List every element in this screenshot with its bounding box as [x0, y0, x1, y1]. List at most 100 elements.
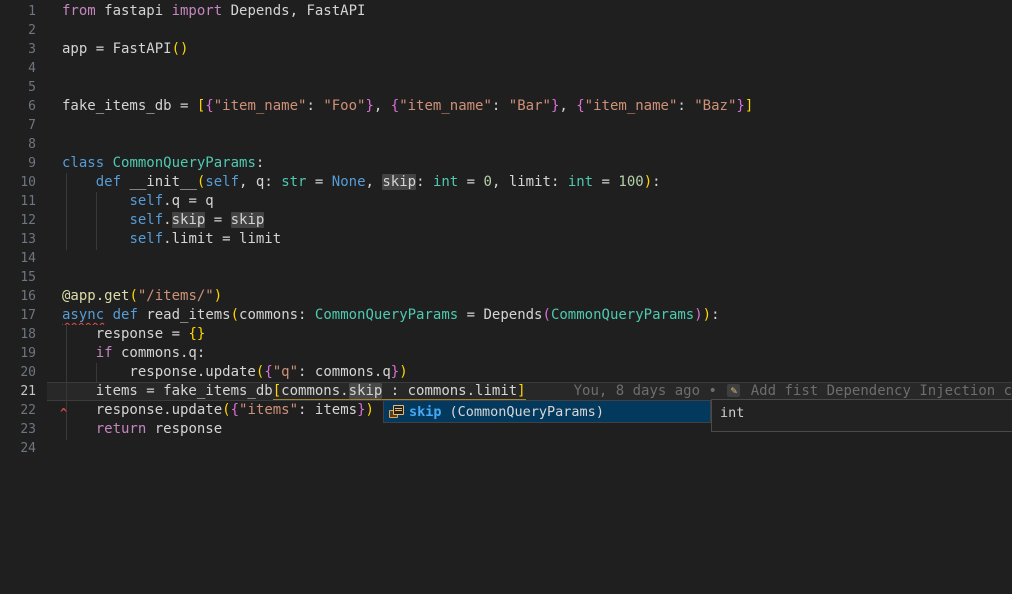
code-line[interactable]: 16@app.get("/items/")	[0, 287, 1012, 306]
code-area[interactable]: 1from fastapi import Depends, FastAPI23a…	[0, 2, 1012, 458]
code-text: response.update({"q": commons.q})	[62, 364, 408, 380]
code-line[interactable]: 3app = FastAPI()	[0, 40, 1012, 59]
code-token: :	[652, 174, 660, 190]
line-number[interactable]: 15	[0, 268, 36, 287]
code-text: self.q = q	[62, 193, 214, 209]
line-number[interactable]: 11	[0, 192, 36, 211]
code-line[interactable]: 24	[0, 439, 1012, 458]
line-number[interactable]: 8	[0, 135, 36, 154]
suggest-widget[interactable]: skip (CommonQueryParams)	[383, 400, 711, 423]
error-caret-mark: ^	[60, 407, 67, 419]
line-number[interactable]: 20	[0, 363, 36, 382]
line-number[interactable]: 18	[0, 325, 36, 344]
code-line[interactable]: 8	[0, 135, 1012, 154]
code-token: = Depends	[458, 307, 542, 323]
code-line[interactable]: 10 def __init__(self, q: str = None, ski…	[0, 173, 1012, 192]
code-line[interactable]: 7	[0, 116, 1012, 135]
code-token: return	[96, 421, 147, 437]
code-token: "item_name"	[585, 98, 678, 114]
code-token: }	[365, 98, 373, 114]
code-token: "Bar"	[509, 98, 551, 114]
line-number[interactable]: 3	[0, 40, 36, 59]
suggest-item-label[interactable]: skip	[409, 404, 442, 420]
code-token: CommonQueryParams	[315, 307, 458, 323]
pencil-edit-icon: ✎	[727, 384, 740, 397]
code-text: class CommonQueryParams:	[62, 155, 264, 171]
code-token: from	[62, 3, 96, 19]
code-line[interactable]: 9 class CommonQueryParams:	[0, 154, 1012, 173]
line-number[interactable]: 5	[0, 78, 36, 97]
code-line[interactable]: 1from fastapi import Depends, FastAPI	[0, 2, 1012, 21]
code-token: )	[399, 364, 407, 380]
code-line[interactable]: 2	[0, 21, 1012, 40]
code-token: , limit:	[492, 174, 568, 190]
code-token: "item_name"	[214, 98, 307, 114]
code-line[interactable]: 18 response = {}	[0, 325, 1012, 344]
code-token: }	[391, 364, 399, 380]
code-token: "q"	[273, 364, 298, 380]
code-token: )	[694, 307, 702, 323]
line-number[interactable]: 19	[0, 344, 36, 363]
code-token: (	[129, 288, 137, 304]
code-token: :	[306, 98, 323, 114]
code-line[interactable]: 13 self.limit = limit	[0, 230, 1012, 249]
line-number[interactable]: 23	[0, 420, 36, 439]
code-token: ]	[745, 98, 753, 114]
code-line[interactable]: 20 response.update({"q": commons.q})	[0, 363, 1012, 382]
code-line[interactable]: 11 self.q = q	[0, 192, 1012, 211]
code-token	[62, 345, 96, 361]
git-blame-annotation[interactable]: You, 8 days ago • ✎ Add fist Dependency …	[574, 383, 1012, 399]
code-token: )	[703, 307, 711, 323]
code-token: int	[433, 174, 458, 190]
line-number[interactable]: 4	[0, 59, 36, 78]
code-token: "items"	[239, 402, 298, 418]
code-token: =	[306, 174, 331, 190]
code-line[interactable]: 5	[0, 78, 1012, 97]
line-number[interactable]: 12	[0, 211, 36, 230]
line-number[interactable]: 24	[0, 439, 36, 458]
code-text: response = {}	[62, 326, 205, 342]
code-token: , q:	[239, 174, 281, 190]
code-line[interactable]: 4	[0, 59, 1012, 78]
line-number[interactable]: 10	[0, 173, 36, 192]
line-number[interactable]: 22	[0, 401, 36, 420]
code-token: :	[711, 307, 719, 323]
code-token: @app.get	[62, 288, 129, 304]
line-number[interactable]: 17	[0, 306, 36, 325]
code-token: )	[214, 288, 222, 304]
code-line[interactable]: 6fake_items_db = [{"item_name": "Foo"}, …	[0, 97, 1012, 116]
line-number[interactable]: 9	[0, 154, 36, 173]
code-token: )	[366, 402, 374, 418]
code-token: [	[273, 383, 281, 400]
code-token: __init__	[121, 174, 197, 190]
code-token: commons.q:	[113, 345, 206, 361]
code-token: : items	[298, 402, 357, 418]
code-token	[62, 421, 96, 437]
line-number[interactable]: 2	[0, 21, 36, 40]
code-text: items = fake_items_db[commons.skip : com…	[62, 383, 526, 400]
code-token: {}	[188, 326, 205, 342]
line-number[interactable]: 1	[0, 2, 36, 21]
code-line[interactable]: 15	[0, 268, 1012, 287]
code-token: fastapi	[96, 3, 172, 19]
line-number[interactable]: 7	[0, 116, 36, 135]
line-number[interactable]: 16	[0, 287, 36, 306]
code-text: def __init__(self, q: str = None, skip: …	[62, 174, 661, 190]
code-editor[interactable]: 1from fastapi import Depends, FastAPI23a…	[0, 0, 1012, 594]
code-line[interactable]: 19 if commons.q:	[0, 344, 1012, 363]
code-token: "Foo"	[323, 98, 365, 114]
code-line[interactable]: 14	[0, 249, 1012, 268]
code-token: : commons.q	[298, 364, 391, 380]
line-number[interactable]: 13	[0, 230, 36, 249]
line-number[interactable]: 21	[0, 382, 36, 401]
code-line[interactable]: 12 self.skip = skip	[0, 211, 1012, 230]
code-text: async def read_items(commons: CommonQuer…	[62, 307, 720, 323]
code-token: )	[644, 174, 652, 190]
line-number[interactable]: 6	[0, 97, 36, 116]
code-line[interactable]: 17 async def read_items(commons: CommonQu…	[0, 306, 1012, 325]
line-number[interactable]: 14	[0, 249, 36, 268]
code-token: fake_items_db =	[62, 98, 197, 114]
code-token: CommonQueryParams	[113, 155, 256, 171]
code-token: str	[281, 174, 306, 190]
code-token: (	[222, 402, 230, 418]
